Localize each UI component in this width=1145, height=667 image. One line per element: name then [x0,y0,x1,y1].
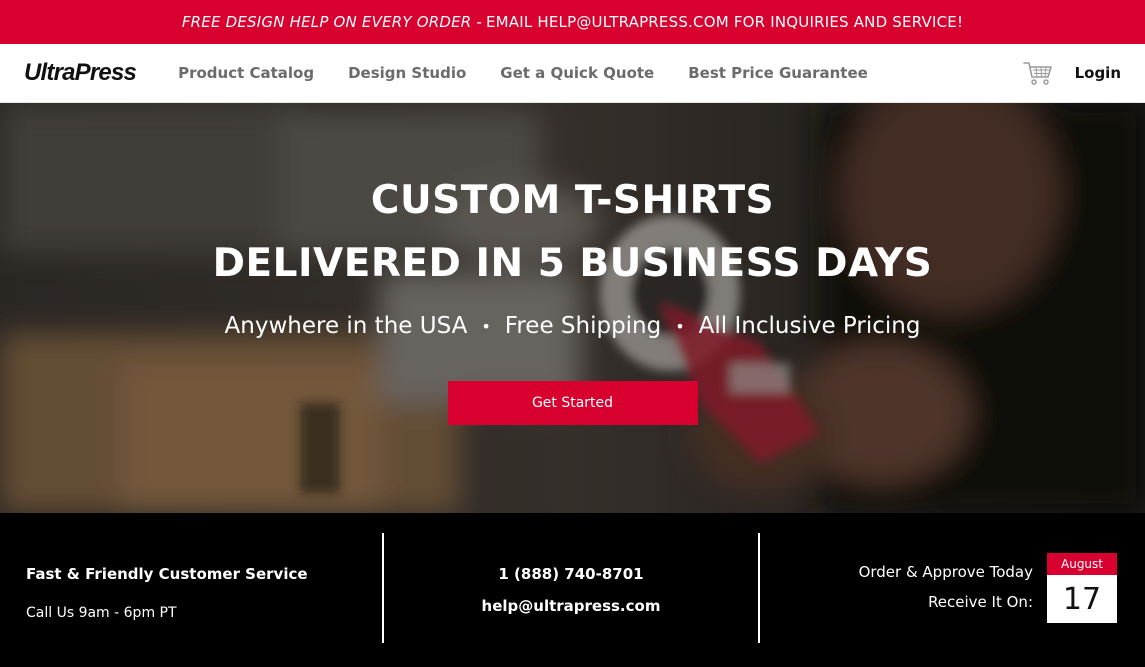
nav-best-price-guarantee[interactable]: Best Price Guarantee [688,64,868,82]
get-started-button[interactable]: Get Started [447,381,698,425]
hero-subtitle-item: Free Shipping [504,313,662,339]
nav-design-studio[interactable]: Design Studio [348,64,466,82]
calendar-day: 17 [1062,581,1102,617]
login-link[interactable]: Login [1075,64,1121,82]
service-title: Fast & Friendly Customer Service [26,565,308,583]
hero-title-line-2: DELIVERED IN 5 BUSINESS DAYS [212,241,933,286]
promo-emphasis: FREE DESIGN HELP ON EVERY ORDER - [181,13,482,31]
customer-service-block: Fast & Friendly Customer Service Call Us… [0,513,382,667]
delivery-date-calendar: August 17 [1047,553,1117,623]
calendar-month: August [1047,553,1117,575]
hero-subtitle-item: Anywhere in the USA [224,313,468,339]
logo[interactable]: UltraPress [24,59,137,87]
order-approve-text: Order & Approve Today [858,563,1033,581]
nav-quick-quote[interactable]: Get a Quick Quote [500,64,654,82]
contact-block: 1 (888) 740-8701 help@ultrapress.com [384,513,758,667]
receive-it-on-text: Receive It On: [928,593,1033,611]
hero-content: CUSTOM T-SHIRTS DELIVERED IN 5 BUSINESS … [0,103,1145,513]
hero: CUSTOM T-SHIRTS DELIVERED IN 5 BUSINESS … [0,103,1145,513]
separator-dot: • [675,316,685,336]
nav-product-catalog[interactable]: Product Catalog [178,64,314,82]
site-header: UltraPress Product Catalog Design Studio… [0,44,1145,103]
hero-subtitle-item: All Inclusive Pricing [698,313,921,339]
promo-bar: FREE DESIGN HELP ON EVERY ORDER - EMAIL … [0,0,1145,44]
email-link[interactable]: help@ultrapress.com [384,597,758,615]
promo-text: EMAIL HELP@ULTRAPRESS.COM FOR INQUIRIES … [485,13,964,31]
service-hours: Call Us 9am - 6pm PT [26,605,177,621]
main-nav: Product Catalog Design Studio Get a Quic… [178,64,868,82]
header-actions: Login [1022,60,1121,86]
delivery-block: Order & Approve Today Receive It On: Aug… [760,513,1145,667]
shopping-cart-icon[interactable] [1022,60,1053,86]
hero-subtitle: Anywhere in the USA • Free Shipping • Al… [225,315,921,338]
delivery-text: Order & Approve Today Receive It On: [859,565,1033,610]
info-strip: Fast & Friendly Customer Service Call Us… [0,513,1145,667]
hero-title-line-1: CUSTOM T-SHIRTS [370,178,775,223]
separator-dot: • [481,316,491,336]
phone-number[interactable]: 1 (888) 740-8701 [384,565,758,583]
